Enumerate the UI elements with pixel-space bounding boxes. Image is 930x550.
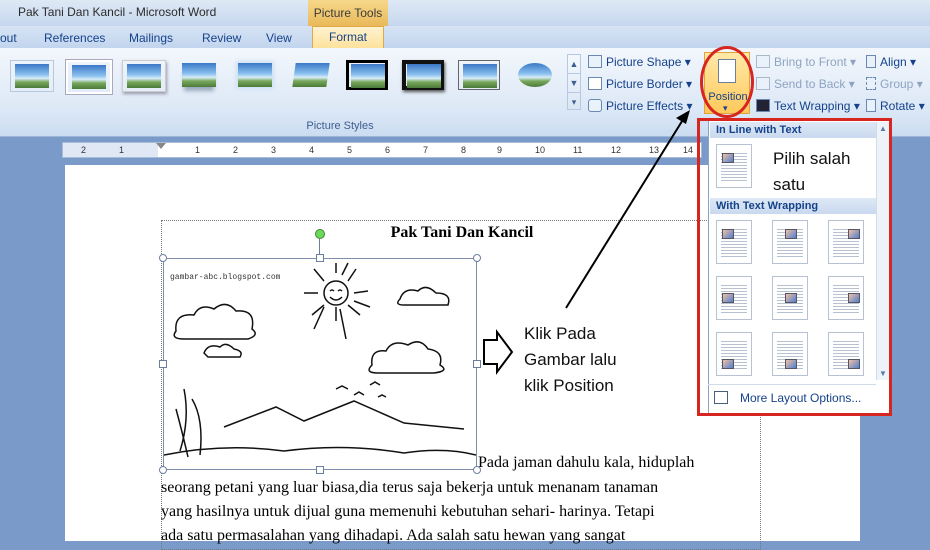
pointer-line [565, 117, 685, 309]
hollow-arrow-icon [483, 329, 514, 375]
arrowhead-icon [676, 110, 690, 124]
dropdown-highlight-box [697, 118, 892, 416]
